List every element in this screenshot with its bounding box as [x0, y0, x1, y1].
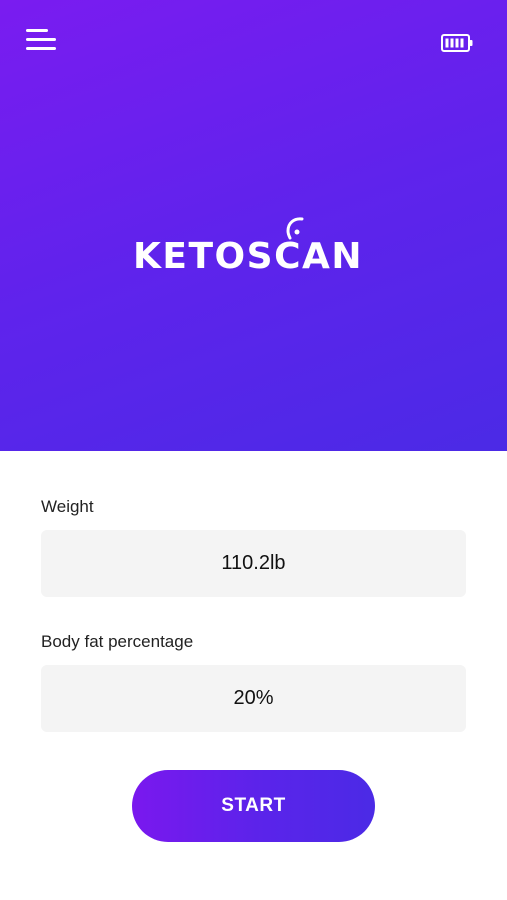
- body-fat-label: Body fat percentage: [41, 632, 194, 651]
- weight-field[interactable]: 110.2lb: [41, 530, 466, 597]
- logo-text: KETOSCAN: [133, 236, 363, 277]
- measurement-form: Weight 110.2lb Body fat percentage 20% S…: [0, 451, 507, 900]
- body-fat-field[interactable]: 20%: [41, 665, 466, 732]
- menu-icon-line-top: [26, 29, 48, 32]
- menu-icon-line-middle: [26, 38, 56, 41]
- menu-icon[interactable]: [26, 28, 58, 54]
- menu-icon-line-bottom: [26, 47, 56, 50]
- start-button[interactable]: START: [132, 770, 375, 842]
- weight-label: Weight: [41, 497, 94, 516]
- header-hero: KETOSCAN: [0, 0, 507, 451]
- ketoscan-logo: KETOSCAN: [133, 215, 375, 279]
- battery-icon: [441, 34, 473, 52]
